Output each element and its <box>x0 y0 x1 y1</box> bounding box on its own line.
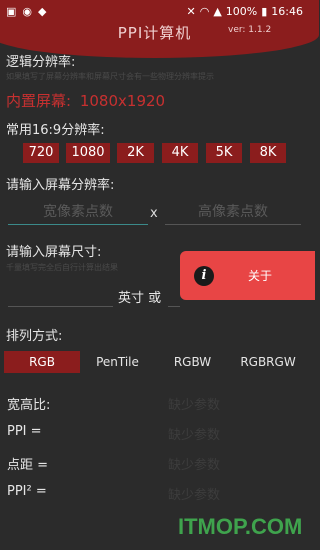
res-button-2k[interactable]: 2K <box>117 143 154 163</box>
ppi-squared-value: 缺少参数 <box>168 488 221 503</box>
status-left-icons: ▣ ◉ ◆ <box>6 5 46 18</box>
dot-pitch-value: 缺少参数 <box>168 458 221 473</box>
ppi-squared-label: PPI² = <box>7 484 47 499</box>
screen-size-input[interactable] <box>8 281 113 307</box>
inch-or-label: 英寸 或 <box>118 291 162 306</box>
info-icon: i <box>194 265 214 286</box>
app-version: ver: 1.1.2 <box>228 25 272 35</box>
res-button-1080[interactable]: 1080 <box>66 143 110 163</box>
battery-icon: ▮ <box>261 4 268 18</box>
width-pixels-input[interactable]: 宽像素点数 <box>8 199 148 225</box>
ppi-label: PPI = <box>7 424 42 439</box>
weibo-icon: ◉ <box>22 4 33 18</box>
dot-pitch-label: 点距 = <box>7 458 49 473</box>
clock: 16:46 <box>271 4 303 18</box>
ppi-value: 缺少参数 <box>168 428 221 443</box>
app-icon: ◆ <box>38 4 47 18</box>
mute-icon: ✕ <box>186 4 196 18</box>
watermark: ITMOP.COM <box>178 514 303 539</box>
builtin-screen-label: 内置屏幕: <box>6 92 72 110</box>
logical-resolution-hint: 如果填写了屏幕分辨率和屏幕尺寸会有一些物理分辨率提示 <box>6 72 214 81</box>
common-resolution-label: 常用16:9分辨率: <box>6 123 105 138</box>
wifi-icon: ◠ <box>199 4 210 18</box>
arrangement-rgbw[interactable]: RGBW <box>155 351 230 373</box>
signal-icon: ▲ <box>213 4 222 18</box>
res-button-4k[interactable]: 4K <box>162 143 198 163</box>
resolution-separator: x <box>150 206 158 221</box>
arrangement-rgb[interactable]: RGB <box>4 351 80 373</box>
height-pixels-input[interactable]: 高像素点数 <box>165 199 301 225</box>
builtin-screen: 内置屏幕: 1080x1920 <box>6 90 165 111</box>
arrangement-pentile[interactable]: PenTile <box>80 351 155 373</box>
battery-level: 100% <box>225 4 258 18</box>
arrangement-label: 排列方式: <box>6 329 63 344</box>
status-bar: ▣ ◉ ◆ ✕ ◠ ▲ 100% ▮ 16:46 <box>0 0 309 22</box>
screen-size-hint: 千量填写完全后自行计算出结果 <box>6 263 118 272</box>
res-button-8k[interactable]: 8K <box>250 143 286 163</box>
about-popup[interactable]: i 关于 <box>180 251 315 300</box>
screen-size-label: 请输入屏幕尺寸: <box>6 245 102 260</box>
builtin-screen-value: 1080x1920 <box>79 92 166 110</box>
about-label: 关于 <box>248 269 273 283</box>
res-button-720[interactable]: 720 <box>23 143 59 163</box>
arrangement-rgbrgw[interactable]: RGBRGW <box>230 351 306 373</box>
aspect-ratio-label: 宽高比: <box>7 398 51 413</box>
res-button-5k[interactable]: 5K <box>206 143 242 163</box>
status-right-icons: ✕ ◠ ▲ 100% ▮ 16:46 <box>186 5 303 18</box>
screen-size-alt-input[interactable] <box>168 281 180 307</box>
aspect-ratio-value: 缺少参数 <box>168 398 221 413</box>
image-icon: ▣ <box>6 4 17 18</box>
logical-resolution-label: 逻辑分辨率: <box>6 55 76 70</box>
screen-resolution-label: 请输入屏幕分辨率: <box>6 178 115 193</box>
